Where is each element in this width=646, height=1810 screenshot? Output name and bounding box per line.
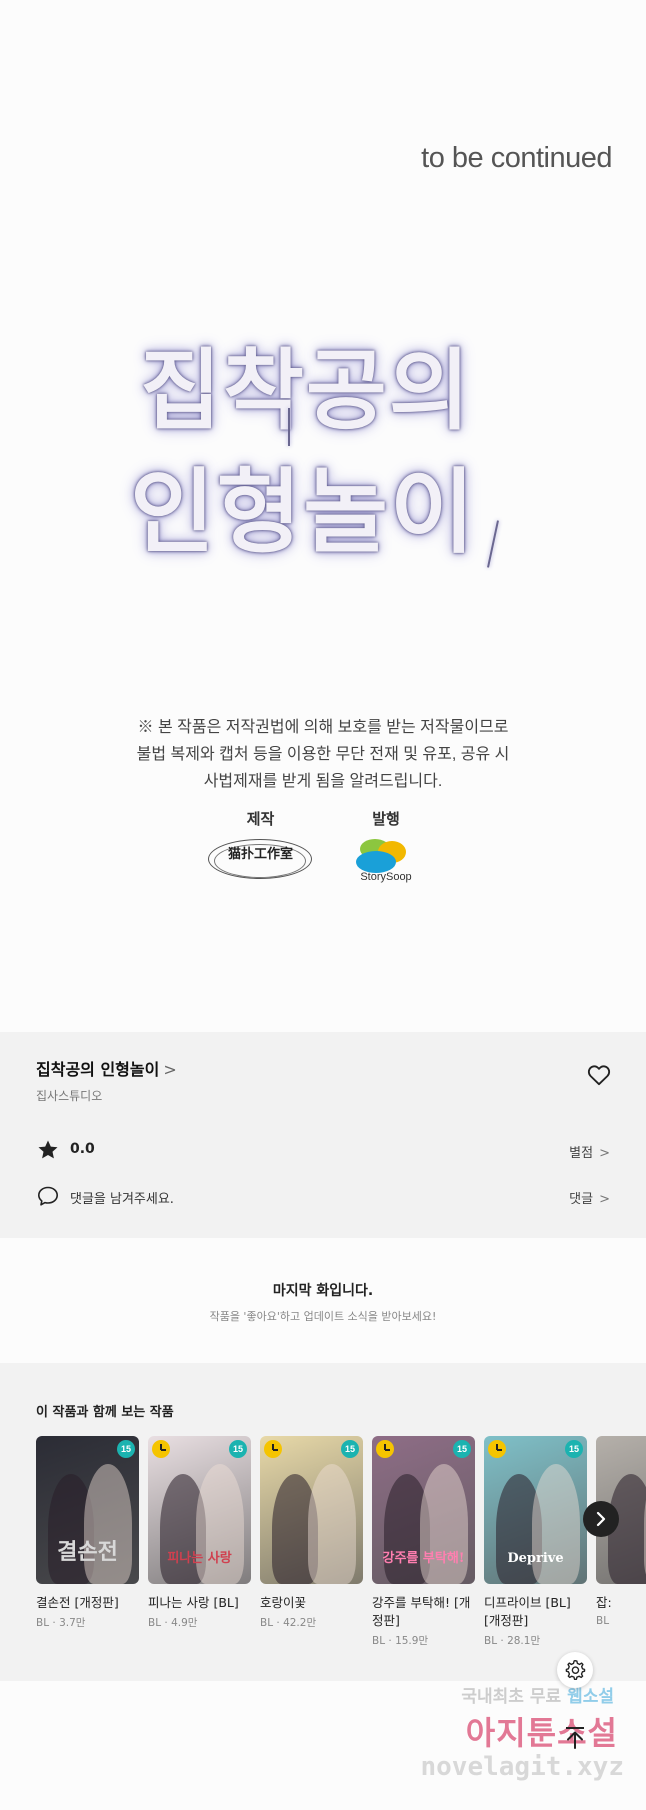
cover-thumbnail[interactable]: 강주를 부탁해! 15 — [372, 1436, 475, 1584]
production-label: 제작 — [246, 811, 275, 828]
comment-bubble-icon — [38, 1186, 58, 1206]
star-icon — [38, 1140, 58, 1159]
logo-ornament — [288, 408, 290, 446]
watermark-line-1: 국내최초 무료 웹소설 — [461, 1687, 614, 1707]
chevron-right-icon: > — [599, 1146, 610, 1161]
recommendation-card[interactable]: 피나는 사랑 15 피나는 사랑 [BL] BL · 4.9만 — [148, 1436, 251, 1630]
cover-figure — [532, 1464, 580, 1584]
series-title-link[interactable]: 집착공의 인형놀이 > — [36, 1056, 177, 1080]
gear-icon — [565, 1659, 586, 1681]
cover-title-art: 강주를 부탁해! — [382, 1551, 465, 1566]
comment-row[interactable]: 댓글을 남겨주세요. 댓글 > — [36, 1182, 610, 1212]
chevron-right-icon — [596, 1511, 606, 1527]
recommendation-card[interactable]: Deprive 15 디프라이브 [BL] [개정판] BL · 28.1만 — [484, 1436, 587, 1648]
publisher-name: StorySoop — [360, 871, 412, 883]
recommendation-meta: BL · 3.7만 — [36, 1617, 86, 1629]
chevron-right-icon: > — [599, 1192, 610, 1207]
cover-figure — [196, 1464, 244, 1584]
last-episode-heading: 마지막 화입니다. — [272, 1283, 374, 1299]
cover-thumbnail[interactable]: 피나는 사랑 15 — [148, 1436, 251, 1584]
rating-value: 0.0 — [70, 1141, 95, 1157]
watermark-line-2: 아지툰소설 — [465, 1714, 618, 1752]
last-episode-subtext: 작품을 '좋아요'하고 업데이트 소식을 받아보세요! — [209, 1310, 437, 1323]
logo-line-1: 집착공의 — [140, 338, 472, 442]
studio-logo: 猫扑工作室 — [208, 837, 313, 887]
watermark-line-3: novelagit.xyz — [420, 1752, 625, 1782]
age-rating-badge: 15 — [565, 1440, 583, 1458]
cover-figure — [420, 1464, 468, 1584]
age-rating-badge: 15 — [117, 1440, 135, 1458]
copyright-notice: ※ 본 작품은 저작권법에 의해 보호를 받는 저작물이므로 불법 복제와 캡처… — [0, 714, 646, 795]
recommendation-title: 결손전 [개정판] — [36, 1595, 119, 1610]
recommendations-section: 이 작품과 함께 보는 작품 결손전 15 결손전 [개정판] BL · 3.7만 피나… — [0, 1363, 646, 1681]
last-episode-notice: 마지막 화입니다. 작품을 '좋아요'하고 업데이트 소식을 받아보세요! — [0, 1238, 646, 1363]
next-button[interactable] — [583, 1501, 619, 1537]
recommendation-title: 강주를 부탁해! [개정판] — [372, 1595, 471, 1628]
author-name[interactable]: 집사스튜디오 — [36, 1087, 102, 1104]
storysoop-logo: StorySoop — [346, 837, 426, 887]
recommendation-meta: BL · 28.1만 — [484, 1635, 541, 1647]
recommendation-card[interactable]: 결손전 15 결손전 [개정판] BL · 3.7만 — [36, 1436, 139, 1630]
cover-title-art: 피나는 사랑 — [167, 1551, 232, 1566]
recommendation-title: 디프라이브 [BL] [개정판] — [484, 1595, 571, 1628]
comic-end-panel: to be continued 집착공의 인형놀이 ※ 본 작품은 저작권법에 … — [0, 0, 646, 1032]
rate-link-label: 별점 — [569, 1146, 594, 1161]
wait-free-clock-icon — [376, 1440, 394, 1458]
studio-name: 猫扑工作室 — [227, 847, 293, 862]
recommendation-title: 잡: — [596, 1595, 612, 1610]
comments-link[interactable]: 댓글 > — [569, 1188, 610, 1207]
publisher-label: 발행 — [372, 811, 400, 828]
age-rating-badge: 15 — [341, 1440, 359, 1458]
scroll-to-top-button[interactable] — [557, 1720, 593, 1756]
arrow-up-to-top-icon — [566, 1727, 584, 1749]
recommendation-title: 호랑이꽃 — [260, 1595, 307, 1610]
publisher-credit: 발행 StorySoop — [346, 808, 426, 887]
comments-link-label: 댓글 — [569, 1192, 594, 1207]
recommendation-meta: BL · 4.9만 — [148, 1617, 198, 1629]
recommendation-meta: BL · 42.2만 — [260, 1617, 317, 1629]
rating-row: 0.0 별점 > — [36, 1136, 610, 1166]
comment-prompt: 댓글을 남겨주세요. — [70, 1192, 174, 1207]
chevron-right-icon: > — [163, 1060, 177, 1079]
cover-title-art: 결손전 — [57, 1539, 118, 1565]
watermark: 국내최초 무료 웹소설 아지툰소설 novelagit.xyz — [421, 1682, 628, 1808]
cover-thumbnail[interactable]: 15 — [260, 1436, 363, 1584]
age-rating-badge: 15 — [453, 1440, 471, 1458]
cover-figure — [308, 1464, 356, 1584]
notice-line: 사법제재를 받게 됨을 알려드립니다. — [203, 773, 443, 790]
recommendations-heading: 이 작품과 함께 보는 작품 — [36, 1405, 174, 1420]
heart-icon[interactable] — [586, 1062, 612, 1088]
age-rating-badge: 15 — [229, 1440, 247, 1458]
recommendation-meta: BL — [596, 1615, 610, 1627]
cover-title-art: Deprive — [507, 1551, 564, 1566]
logo-line-2: 인형놀이 — [130, 458, 477, 566]
recommendation-card[interactable]: 15 호랑이꽃 BL · 42.2만 — [260, 1436, 363, 1630]
wait-free-clock-icon — [488, 1440, 506, 1458]
production-credit: 제작 猫扑工作室 — [208, 808, 313, 887]
cover-figure — [84, 1464, 132, 1584]
recommendation-meta: BL · 15.9만 — [372, 1635, 429, 1647]
logo-ornament — [487, 520, 499, 568]
wait-free-clock-icon — [264, 1440, 282, 1458]
cover-thumbnail[interactable]: 결손전 15 — [36, 1436, 139, 1584]
series-info-card: 집착공의 인형놀이 > 집사스튜디오 0.0 별점 > 댓글을 남겨주세요. 댓글 > — [0, 1032, 646, 1238]
recommendation-title: 피나는 사랑 [BL] — [148, 1595, 239, 1610]
recommendation-card[interactable]: 강주를 부탁해! 15 강주를 부탁해! [개정판] BL · 15.9만 — [372, 1436, 475, 1648]
notice-line: ※ 본 작품은 저작권법에 의해 보호를 받는 저작물이므로 — [137, 719, 509, 736]
settings-button[interactable] — [557, 1652, 593, 1688]
rate-link[interactable]: 별점 > — [569, 1142, 610, 1161]
series-title-logo: 집착공의 인형놀이 — [120, 320, 520, 580]
series-title: 집착공의 인형놀이 — [36, 1060, 160, 1079]
wait-free-clock-icon — [152, 1440, 170, 1458]
notice-line: 불법 복제와 캡처 등을 이용한 무단 전재 및 유포, 공유 시 — [136, 746, 510, 763]
recommendations-list: 결손전 15 결손전 [개정판] BL · 3.7만 피나는 사랑 15 피나는 사랑 [B… — [36, 1436, 646, 1666]
cover-thumbnail[interactable]: Deprive 15 — [484, 1436, 587, 1584]
to-be-continued-text: to be continued — [421, 142, 612, 174]
